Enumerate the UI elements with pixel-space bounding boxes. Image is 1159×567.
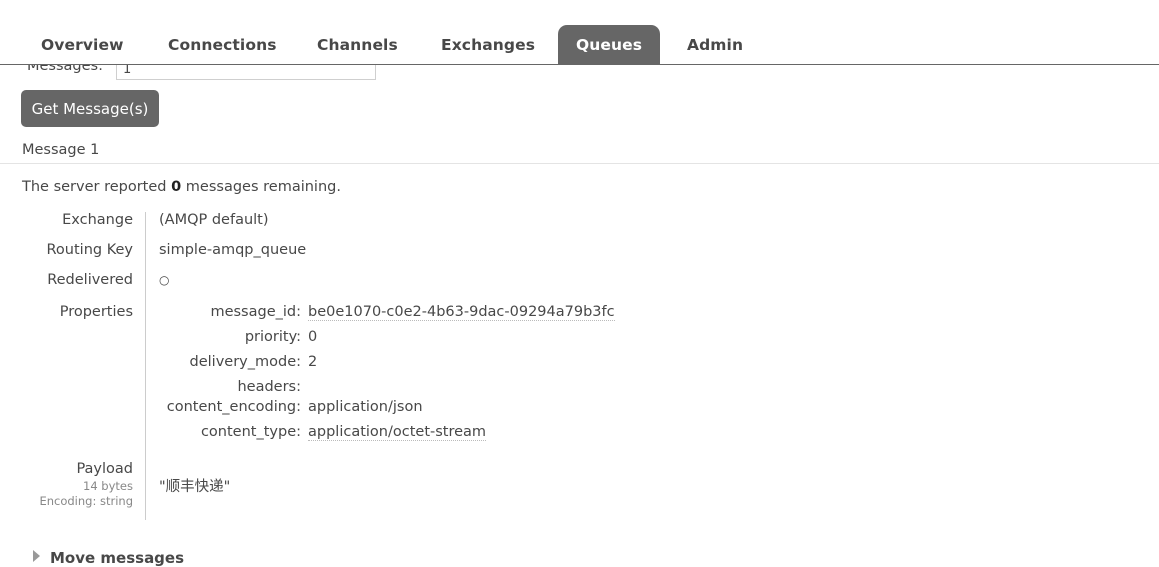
- routing-key-label: Routing Key: [46, 242, 134, 258]
- exchange-value: (AMQP default): [159, 212, 269, 228]
- payload-value: "顺丰快递": [159, 479, 231, 495]
- property-value-priority: 0: [308, 329, 318, 345]
- property-value-delivery-mode: 2: [308, 354, 318, 370]
- server-text-before: The server reported: [22, 179, 172, 195]
- main-nav-tabs: Overview Connections Channels Exchanges …: [0, 0, 1159, 65]
- redelivered-indicator-icon: ○: [159, 273, 170, 287]
- tab-channels[interactable]: Channels: [317, 25, 398, 65]
- tab-admin[interactable]: Admin: [687, 25, 743, 65]
- property-key: message_id:: [210, 304, 301, 320]
- details-divider: [145, 212, 146, 520]
- properties-label: Properties: [59, 304, 133, 320]
- payload-size: 14 bytes: [83, 479, 133, 493]
- server-status-text: The server reported 0 messages remaining…: [22, 179, 341, 195]
- tab-queues[interactable]: Queues: [558, 25, 660, 65]
- property-value-message-id: be0e1070-c0e2-4b63-9dac-09294a79b3fc: [308, 304, 615, 321]
- remaining-count: 0: [171, 179, 182, 195]
- tab-connections[interactable]: Connections: [168, 25, 277, 65]
- tab-overview[interactable]: Overview: [41, 25, 124, 65]
- property-key: priority:: [244, 329, 301, 345]
- section-divider: [0, 163, 1159, 164]
- caret-right-icon: [33, 550, 40, 562]
- move-messages-toggle[interactable]: Move messages: [33, 549, 184, 567]
- property-key: content_type:: [200, 424, 301, 440]
- property-key: content_encoding:: [166, 399, 301, 415]
- get-messages-button[interactable]: Get Message(s): [21, 90, 159, 127]
- property-key: headers:: [237, 379, 301, 395]
- property-value-content-type: application/octet-stream: [308, 424, 487, 441]
- move-messages-label: Move messages: [50, 549, 185, 567]
- exchange-label: Exchange: [62, 212, 133, 228]
- redelivered-label: Redelivered: [47, 272, 133, 288]
- payload-encoding: Encoding: string: [39, 494, 133, 508]
- message-title: Message 1: [22, 142, 100, 158]
- property-key: delivery_mode:: [189, 354, 301, 370]
- payload-label: Payload: [76, 461, 133, 477]
- tab-exchanges[interactable]: Exchanges: [441, 25, 535, 65]
- routing-key-value: simple-amqp_queue: [159, 242, 307, 258]
- property-value-content-encoding: application/json: [308, 399, 423, 415]
- server-text-after: messages remaining.: [181, 179, 341, 195]
